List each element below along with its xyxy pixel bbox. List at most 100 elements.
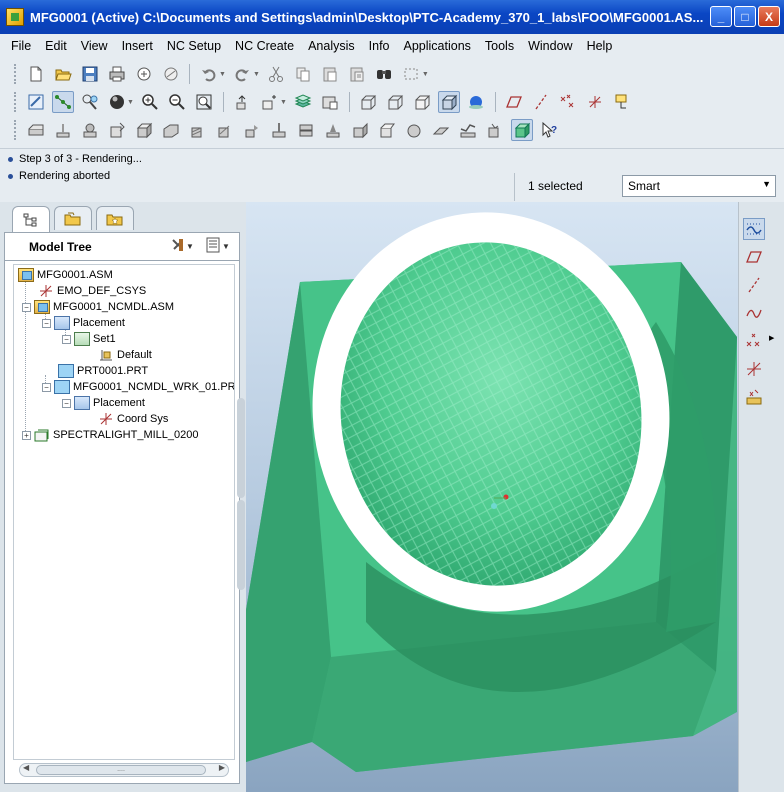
copy-icon[interactable]: [292, 63, 314, 85]
cut-icon[interactable]: [265, 63, 287, 85]
tab-favorites[interactable]: [96, 206, 134, 230]
shading-icon[interactable]: [438, 91, 461, 113]
zoom-in-icon[interactable]: [139, 91, 161, 113]
corner-finish-icon[interactable]: [430, 119, 452, 141]
collapse-toggle[interactable]: −: [22, 302, 31, 312]
datum-point-icon[interactable]: ▶: [743, 330, 774, 352]
paste-icon[interactable]: [319, 63, 341, 85]
refit-icon[interactable]: [193, 91, 215, 113]
spin-center-icon[interactable]: [51, 91, 74, 113]
send-mail-icon[interactable]: [133, 63, 155, 85]
select-box-icon[interactable]: [400, 63, 422, 85]
enhanced-realism-icon[interactable]: [465, 91, 487, 113]
menu-analysis[interactable]: Analysis: [301, 39, 362, 53]
tab-folder-browser[interactable]: [54, 206, 92, 230]
orient-mode-icon[interactable]: [79, 91, 101, 113]
datum-points-icon[interactable]: [557, 91, 579, 113]
zoom-out-icon[interactable]: [166, 91, 188, 113]
tree-show-icon[interactable]: ▼: [205, 237, 231, 256]
email-link-icon[interactable]: [160, 63, 182, 85]
menu-nc-create[interactable]: NC Create: [228, 39, 301, 53]
saved-views-icon[interactable]: [258, 91, 280, 113]
datum-axes-icon[interactable]: [530, 91, 552, 113]
new-icon[interactable]: [25, 63, 47, 85]
collapse-toggle[interactable]: −: [42, 382, 51, 392]
redraw-icon[interactable]: [25, 91, 47, 113]
roughing-icon[interactable]: [349, 119, 371, 141]
tree-item[interactable]: EMO_DEF_CSYS: [38, 283, 146, 299]
menu-help[interactable]: Help: [580, 39, 620, 53]
coordinate-system-icon[interactable]: [743, 358, 765, 380]
datum-curve-icon[interactable]: [743, 302, 765, 324]
minimize-button[interactable]: _: [710, 6, 732, 27]
menu-window[interactable]: Window: [521, 39, 579, 53]
tree-settings-icon[interactable]: ▼: [171, 237, 195, 256]
datum-plane-icon[interactable]: [743, 246, 765, 268]
sketch-tool-icon[interactable]: [743, 218, 765, 240]
panel-splitter-handle[interactable]: [237, 398, 245, 498]
scroll-left-icon[interactable]: ◀: [23, 763, 29, 772]
tree-item[interactable]: Default: [98, 347, 152, 363]
collapse-toggle[interactable]: −: [62, 334, 71, 344]
tree-item[interactable]: − MFG0001_NCMDL_WRK_01.PRT: [42, 379, 234, 395]
analysis-feature-icon[interactable]: [743, 386, 765, 408]
annotations-icon[interactable]: [611, 91, 633, 113]
menu-insert[interactable]: Insert: [115, 39, 160, 53]
menu-tools[interactable]: Tools: [478, 39, 521, 53]
selection-filter-dropdown[interactable]: Smart ▼: [622, 175, 776, 197]
mfg-model-icon[interactable]: [25, 119, 47, 141]
paste-special-icon[interactable]: [346, 63, 368, 85]
undo-icon[interactable]: [198, 63, 220, 85]
workcell-icon[interactable]: [52, 119, 74, 141]
mill-window-icon[interactable]: [106, 119, 128, 141]
open-icon[interactable]: [52, 63, 74, 85]
tree-item[interactable]: + SPECTRALIGHT_MILL_0200: [22, 427, 199, 443]
maximize-button[interactable]: □: [734, 6, 756, 27]
profile-icon[interactable]: [187, 119, 209, 141]
menu-info[interactable]: Info: [362, 39, 397, 53]
appearance-icon[interactable]: [106, 91, 128, 113]
trajectory-icon[interactable]: [241, 119, 263, 141]
layers-icon[interactable]: [292, 91, 314, 113]
expand-toggle[interactable]: +: [22, 430, 31, 440]
tree-item[interactable]: PRT0001.PRT: [58, 363, 148, 379]
reroughing-icon[interactable]: [376, 119, 398, 141]
redo-icon[interactable]: [231, 63, 253, 85]
scroll-right-icon[interactable]: ▶: [219, 763, 225, 772]
finishing-icon[interactable]: [403, 119, 425, 141]
no-hidden-icon[interactable]: [411, 91, 433, 113]
graphics-viewport[interactable]: [246, 202, 738, 792]
collapse-toggle[interactable]: −: [62, 398, 71, 408]
menu-view[interactable]: View: [74, 39, 115, 53]
cut-line-icon[interactable]: [457, 119, 479, 141]
reorient-icon[interactable]: [231, 91, 253, 113]
menu-applications[interactable]: Applications: [397, 39, 478, 53]
engrave-icon[interactable]: [322, 119, 344, 141]
collapse-toggle[interactable]: −: [42, 318, 51, 328]
display-toolpath-icon[interactable]: [510, 119, 533, 141]
tree-item[interactable]: − Set1: [62, 331, 116, 347]
tree-item[interactable]: − Placement: [62, 395, 145, 411]
coord-sys-icon[interactable]: [584, 91, 606, 113]
menu-nc-setup[interactable]: NC Setup: [160, 39, 228, 53]
flyout-arrow-icon[interactable]: ▶: [769, 334, 774, 342]
print-icon[interactable]: [106, 63, 128, 85]
tree-horizontal-scrollbar[interactable]: ◀ .... ▶: [19, 763, 229, 777]
panel-splitter-handle[interactable]: [237, 500, 245, 590]
tree-item[interactable]: − Placement: [42, 315, 125, 331]
hidden-line-icon[interactable]: [384, 91, 406, 113]
close-button[interactable]: X: [758, 6, 780, 27]
datum-planes-icon[interactable]: [503, 91, 525, 113]
face-milling-icon[interactable]: [160, 119, 182, 141]
drilling-icon[interactable]: [268, 119, 290, 141]
volume-icon[interactable]: [133, 119, 155, 141]
pocket-icon[interactable]: [214, 119, 236, 141]
operation-icon[interactable]: [79, 119, 101, 141]
scroll-thumb[interactable]: ....: [36, 765, 206, 775]
thread-icon[interactable]: [295, 119, 317, 141]
find-icon[interactable]: [373, 63, 395, 85]
view-manager-icon[interactable]: [319, 91, 341, 113]
whats-this-icon[interactable]: ?: [538, 119, 560, 141]
wireframe-icon[interactable]: [357, 91, 379, 113]
save-icon[interactable]: [79, 63, 101, 85]
